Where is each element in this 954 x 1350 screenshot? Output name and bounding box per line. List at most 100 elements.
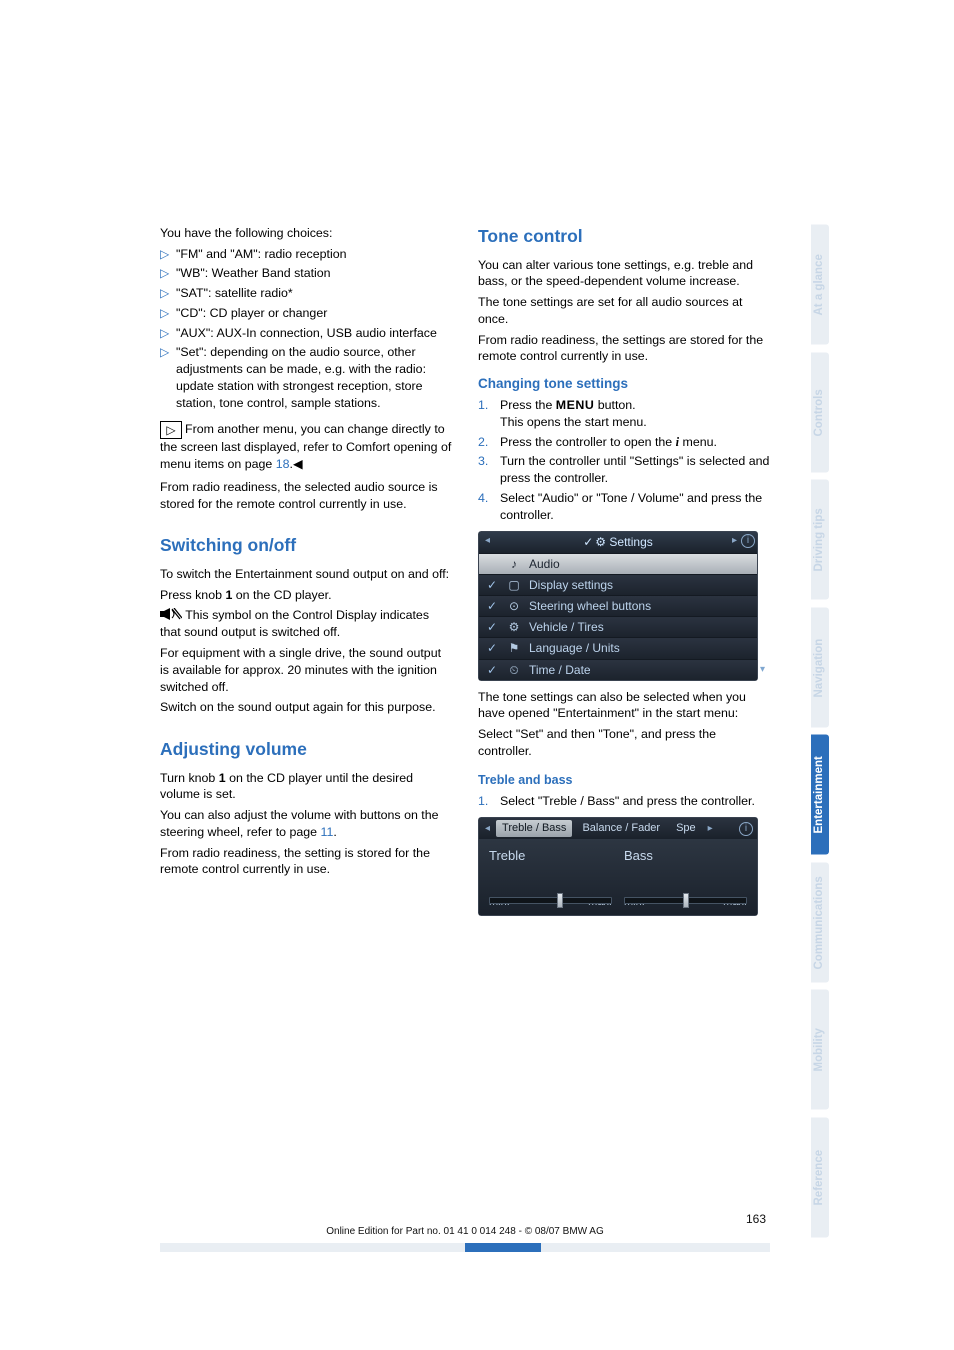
scroll-down-icon: ▾	[760, 663, 765, 677]
row-label: Steering wheel buttons	[529, 598, 651, 614]
row-icon: ▢	[505, 577, 523, 593]
step-2: 2. Press the controller to open the i me…	[478, 434, 770, 451]
switching-p2: Press knob 1 on the CD player.	[160, 587, 452, 604]
row-icon: ♪	[505, 556, 523, 572]
side-tab-controls[interactable]: Controls	[811, 353, 829, 473]
shot2-tabbar: ◂ Treble / Bass Balance / Fader Spe ▸ i	[479, 818, 757, 839]
after-note: From radio readiness, the selected audio…	[160, 479, 452, 512]
tone-control-heading: Tone control	[478, 225, 770, 249]
treble-bass-heading: Treble and bass	[478, 772, 770, 789]
settings-row-steering-wheel-buttons[interactable]: ✓⊙Steering wheel buttons	[479, 595, 757, 616]
side-tab-reference[interactable]: Reference	[811, 1118, 829, 1238]
note-block: ▷From another menu, you can change direc…	[160, 421, 452, 472]
step-4: 4. Select "Audio" or "Tone / Volume" and…	[478, 490, 770, 523]
switching-heading: Switching on/off	[160, 534, 452, 558]
right-column: Tone control You can alter various tone …	[478, 225, 770, 924]
check-icon: ✓	[485, 598, 499, 614]
left-arrow-icon: ◂	[485, 534, 490, 548]
side-tab-at-a-glance[interactable]: At a glance	[811, 225, 829, 345]
after-shot1a: The tone settings can also be selected w…	[478, 689, 770, 722]
switching-p1: To switch the Entertainment sound output…	[160, 566, 452, 583]
info-badge-icon: i	[739, 822, 753, 836]
side-tab-communications[interactable]: Communications	[811, 863, 829, 983]
page-number: 163	[160, 1212, 770, 1226]
check-icon: ✓	[485, 662, 499, 678]
settings-title-row: ◂ ✓⚙ Settings ▸ i	[479, 532, 757, 552]
page-18-link[interactable]: 18	[276, 457, 290, 471]
tb-step-1: 1. Select "Treble / Bass" and press the …	[478, 793, 770, 810]
side-tab-navigation[interactable]: Navigation	[811, 608, 829, 728]
tab-left-arrow-icon: ◂	[483, 822, 492, 836]
choice-cd: "CD": CD player or changer	[160, 305, 452, 322]
bass-label: Bass	[624, 847, 747, 865]
step-3: 3. Turn the controller until "Settings" …	[478, 453, 770, 486]
adjvol-p3: From radio readiness, the setting is sto…	[160, 845, 452, 878]
treble-label: Treble	[489, 847, 612, 865]
settings-row-language-units[interactable]: ✓ ⚑ Language / Units	[479, 637, 757, 658]
page-content: You have the following choices: "FM" and…	[160, 225, 770, 924]
row-label: Vehicle / Tires	[529, 619, 604, 635]
row-label: Time / Date	[529, 662, 591, 678]
switching-p4: Switch on the sound output again for thi…	[160, 699, 452, 716]
switching-mute: This symbol on the Control Display indic…	[160, 607, 452, 641]
settings-row-display-settings[interactable]: ✓ ▢ Display settings	[479, 574, 757, 595]
settings-title: Settings	[609, 535, 652, 549]
menu-button-label: MENU	[556, 398, 594, 412]
tone-p3: From radio readiness, the settings are s…	[478, 332, 770, 365]
tab-right-arrow-icon: ▸	[706, 822, 715, 836]
side-nav-tabs: At a glance Controls Driving tips Navigatio…	[811, 225, 829, 1245]
switching-p3: For equipment with a single drive, the s…	[160, 645, 452, 695]
check-icon: ✓	[485, 619, 499, 635]
row-label: Display settings	[529, 577, 613, 593]
check-icon: ✓	[485, 577, 499, 593]
row-icon: ⚑	[505, 640, 523, 656]
choice-aux: "AUX": AUX-In connection, USB audio inte…	[160, 325, 452, 342]
mute-icon	[160, 608, 182, 625]
row-label: Language / Units	[529, 640, 620, 656]
note-triangle-icon: ▷	[160, 421, 182, 439]
side-tab-entertainment[interactable]: Entertainment	[811, 735, 829, 855]
choice-set: "Set": depending on the audio source, ot…	[160, 344, 452, 411]
adjvol-p1: Turn knob 1 on the CD player until the d…	[160, 770, 452, 803]
settings-menu-screenshot: ◂ ✓⚙ Settings ▸ i ♪Audio✓▢Display settin…	[478, 531, 770, 680]
choice-sat: "SAT": satellite radio*	[160, 285, 452, 302]
footer-color-bar	[160, 1243, 770, 1252]
bass-slider[interactable]	[624, 891, 747, 913]
settings-row-time-date[interactable]: ✓ ⏲ Time / Date	[479, 659, 757, 680]
tone-p1: You can alter various tone settings, e.g…	[478, 257, 770, 290]
adjusting-volume-heading: Adjusting volume	[160, 738, 452, 762]
tab-speed[interactable]: Spe	[670, 820, 702, 837]
treble-bass-screenshot: ◂ Treble / Bass Balance / Fader Spe ▸ i …	[478, 817, 770, 916]
row-icon: ⏲	[505, 662, 523, 678]
row-icon: ⚙	[505, 619, 523, 635]
tab-treble-bass[interactable]: Treble / Bass	[496, 820, 572, 837]
choice-fm-am: "FM" and "AM": radio reception	[160, 246, 452, 263]
changing-tone-steps: 1. Press the MENU button. This opens the…	[478, 397, 770, 523]
step-1: 1. Press the MENU button. This opens the…	[478, 397, 770, 430]
note-text-pre: From another menu, you can change direct…	[160, 422, 451, 471]
tool-check-icon: ✓	[583, 535, 593, 549]
page-11-link[interactable]: 11	[321, 825, 334, 839]
side-tab-driving-tips[interactable]: Driving tips	[811, 480, 829, 600]
treble-bass-steps: 1. Select "Treble / Bass" and press the …	[478, 793, 770, 810]
tab-balance-fader[interactable]: Balance / Fader	[576, 820, 666, 837]
check-icon: ✓	[485, 640, 499, 656]
right-arrow-icon: ▸	[732, 534, 737, 548]
treble-slider[interactable]	[489, 891, 612, 913]
note-text-post: .◀	[290, 457, 303, 471]
after-shot1b: Select "Set" and then "Tone", and press …	[478, 726, 770, 759]
side-tab-mobility[interactable]: Mobility	[811, 990, 829, 1110]
choices-list: "FM" and "AM": radio reception "WB": Wea…	[160, 246, 452, 412]
row-label: Audio	[529, 556, 560, 572]
footer-line: Online Edition for Part no. 01 41 0 014 …	[160, 1226, 770, 1237]
choice-wb: "WB": Weather Band station	[160, 265, 452, 282]
tool-icon: ⚙	[595, 535, 606, 549]
page-footer: 163 Online Edition for Part no. 01 41 0 …	[160, 1212, 770, 1252]
adjvol-p2: You can also adjust the volume with butt…	[160, 807, 452, 840]
tone-p2: The tone settings are set for all audio …	[478, 294, 770, 327]
info-badge-icon: i	[741, 534, 755, 548]
left-column: You have the following choices: "FM" and…	[160, 225, 452, 924]
settings-row-audio[interactable]: ♪ Audio	[479, 553, 757, 574]
choices-intro: You have the following choices:	[160, 225, 452, 242]
settings-row-vehicle-tires[interactable]: ✓ ⚙ Vehicle / Tires	[479, 616, 757, 637]
